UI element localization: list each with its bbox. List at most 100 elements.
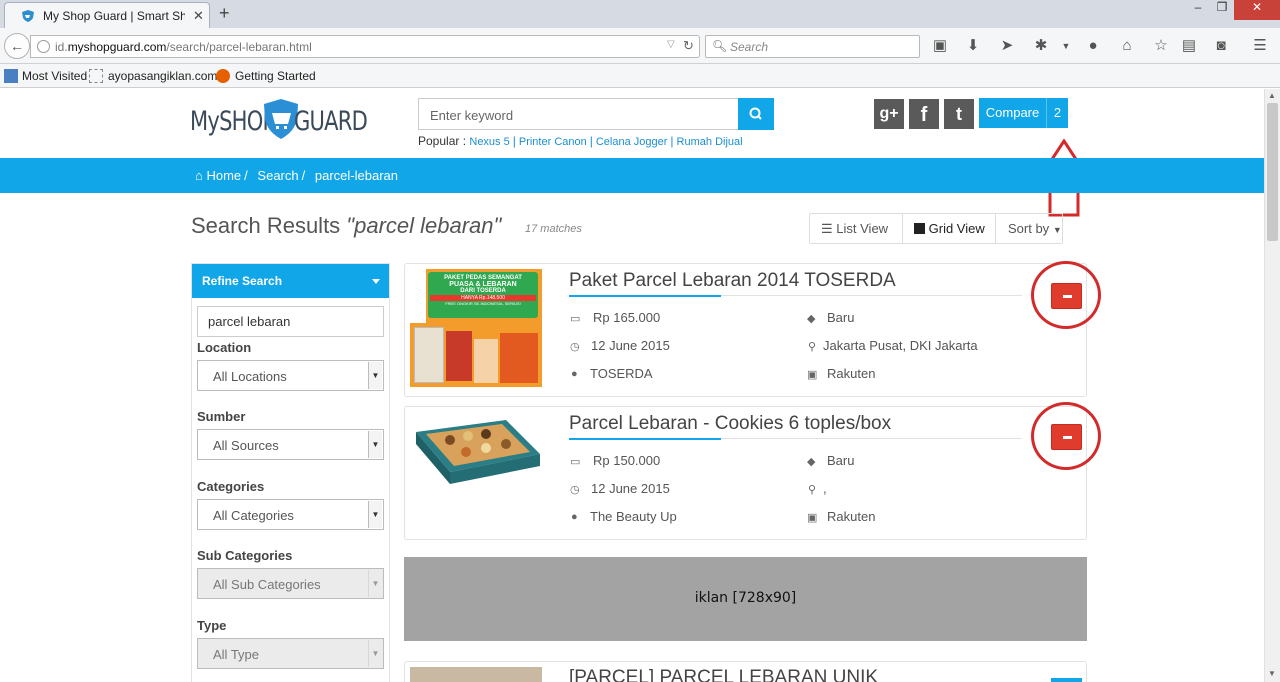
date: 12 June 2015 bbox=[591, 481, 670, 496]
bookmarks-bar: Most Visited ayopasangiklan.com Getting … bbox=[0, 64, 1280, 88]
product-thumbnail[interactable] bbox=[410, 667, 542, 682]
clock-icon: ◷ bbox=[570, 484, 580, 496]
bookmark-getting-started[interactable]: Getting Started bbox=[235, 69, 316, 83]
map-marker-icon: ⚲ bbox=[808, 484, 817, 496]
product-title[interactable]: [PARCEL] PARCEL LEBARAN UNIK bbox=[569, 667, 878, 682]
date: 12 June 2015 bbox=[591, 338, 670, 353]
extension-icon[interactable]: ▣ bbox=[930, 36, 950, 56]
price: Rp 165.000 bbox=[593, 310, 661, 325]
list-view-button[interactable]: ☰ List View bbox=[810, 214, 902, 243]
popular-searches: Popular : Nexus 5 | Printer Canon | Celana J… bbox=[418, 134, 743, 148]
result-card: [PARCEL] PARCEL LEBARAN UNIK bbox=[404, 661, 1087, 682]
product-thumbnail[interactable]: PAKET PEDAS SEMANGAT PUASA & LEBARAN DAR… bbox=[410, 269, 542, 387]
product-title[interactable]: Parcel Lebaran - Cookies 6 toples/box bbox=[569, 413, 891, 435]
tab-title: My Shop Guard | Smart Sh... bbox=[43, 9, 185, 23]
reload-icon[interactable]: ↻ bbox=[683, 38, 694, 54]
addon-icon[interactable]: ✱ bbox=[1031, 36, 1051, 56]
page-scrollbar[interactable]: ▲ ▼ bbox=[1264, 89, 1280, 682]
facebook-icon[interactable]: f bbox=[909, 99, 939, 129]
breadcrumb-search[interactable]: Search bbox=[257, 168, 298, 183]
refine-sidebar: Refine Search parcel lebaran Location Al… bbox=[191, 263, 390, 682]
addon-dropdown-icon[interactable]: ▼ bbox=[1056, 36, 1076, 56]
sumber-select[interactable]: All Sources ▼ bbox=[197, 429, 384, 460]
user-icon: ● bbox=[571, 368, 578, 380]
minimize-icon[interactable]: – bbox=[1188, 0, 1208, 20]
source: Rakuten bbox=[827, 366, 876, 381]
scroll-down-icon[interactable]: ▼ bbox=[1268, 669, 1276, 678]
restore-icon[interactable]: ❐ bbox=[1212, 0, 1232, 20]
condition: Baru bbox=[827, 453, 855, 468]
compare-count-badge[interactable]: 2 bbox=[1046, 98, 1068, 128]
tag-icon: ◆ bbox=[807, 313, 816, 325]
categories-select[interactable]: All Categories ▼ bbox=[197, 499, 384, 530]
sub-categories-select: All Sub Categories ▼ bbox=[197, 568, 384, 599]
breadcrumb-current: parcel-lebaran bbox=[314, 168, 398, 183]
grid-view-button[interactable]: Grid View bbox=[902, 214, 996, 243]
keyword-search-input[interactable]: Enter keyword bbox=[418, 98, 738, 130]
back-button[interactable]: ← bbox=[4, 33, 30, 59]
reading-list-icon[interactable]: ▤ bbox=[1179, 36, 1199, 56]
condition: Baru bbox=[827, 310, 855, 325]
match-count: 17 matches bbox=[525, 223, 582, 235]
location: Jakarta Pusat, DKI Jakarta bbox=[823, 338, 978, 353]
image-icon: ▣ bbox=[807, 512, 818, 524]
chat-icon[interactable]: ● bbox=[1083, 36, 1103, 56]
google-plus-icon[interactable]: g+ bbox=[874, 99, 904, 129]
add-to-compare-button[interactable] bbox=[1051, 678, 1082, 682]
bookmark-star-icon[interactable]: ☆ bbox=[1151, 36, 1171, 56]
popular-link-nexus[interactable]: Nexus 5 bbox=[469, 136, 509, 148]
browser-tab[interactable]: My Shop Guard | Smart Sh... ✕ bbox=[4, 2, 210, 28]
search-icon bbox=[749, 107, 762, 120]
compare-button[interactable]: Compare bbox=[979, 98, 1046, 128]
popular-link-rumah[interactable]: Rumah Dijual bbox=[677, 136, 743, 148]
caret-down-icon bbox=[372, 279, 380, 284]
product-title[interactable]: Paket Parcel Lebaran 2014 TOSERDA bbox=[569, 270, 896, 292]
url-bar[interactable]: id.myshopguard.com/search/parcel-lebaran… bbox=[30, 35, 700, 58]
browser-search-input[interactable]: 🔍︎ Search bbox=[705, 35, 920, 58]
breadcrumb-home[interactable]: Home bbox=[206, 168, 241, 183]
scroll-up-icon[interactable]: ▲ bbox=[1268, 91, 1276, 100]
cookie-box-image bbox=[416, 420, 540, 484]
sort-by-button[interactable]: Sort by ▼ bbox=[996, 214, 1062, 243]
sub-categories-label: Sub Categories bbox=[197, 548, 293, 563]
pocket-icon[interactable]: ◙ bbox=[1211, 36, 1231, 56]
bookmark-most-visited[interactable]: Most Visited bbox=[22, 69, 87, 83]
list-icon: ☰ bbox=[821, 221, 833, 236]
refine-search-input[interactable]: parcel lebaran bbox=[197, 306, 384, 337]
chevron-down-icon: ▼ bbox=[368, 362, 382, 389]
image-icon: ▣ bbox=[807, 369, 818, 381]
tab-close-icon[interactable]: ✕ bbox=[193, 8, 204, 24]
web-page: MySHOP GUARD Enter keyword Popular : Nex… bbox=[0, 89, 1264, 682]
clock-icon: ◷ bbox=[570, 341, 580, 353]
home-icon[interactable]: ⌂ bbox=[1117, 36, 1137, 56]
popular-link-celana[interactable]: Celana Jogger bbox=[596, 136, 668, 148]
chevron-down-icon: ▼ bbox=[368, 640, 382, 667]
location: , bbox=[823, 481, 827, 496]
most-visited-icon bbox=[4, 69, 18, 83]
location-select[interactable]: All Locations ▼ bbox=[197, 360, 384, 391]
product-thumbnail[interactable] bbox=[410, 412, 542, 530]
globe-icon bbox=[37, 40, 50, 53]
menu-icon[interactable]: ☰ bbox=[1250, 36, 1270, 56]
seller: The Beauty Up bbox=[590, 509, 677, 524]
send-icon[interactable]: ➤ bbox=[997, 36, 1017, 56]
bookmark-ayopasangiklan[interactable]: ayopasangiklan.com bbox=[108, 69, 217, 83]
refine-search-header[interactable]: Refine Search bbox=[192, 264, 389, 298]
money-icon: ▭ bbox=[570, 313, 581, 325]
sumber-label: Sumber bbox=[197, 409, 246, 424]
breadcrumb-bar: ⌂ Home / Search / parcel-lebaran bbox=[0, 158, 1264, 193]
keyword-search-button[interactable] bbox=[738, 98, 774, 130]
ad-banner[interactable]: iklan [728x90] bbox=[404, 557, 1087, 641]
popular-link-printer[interactable]: Printer Canon bbox=[519, 136, 587, 148]
view-toggle: ☰ List View Grid View Sort by ▼ bbox=[809, 213, 1063, 244]
page-icon bbox=[89, 69, 103, 83]
chevron-down-icon: ▼ bbox=[368, 501, 382, 528]
download-icon[interactable]: ⬇ bbox=[963, 36, 983, 56]
window-close-icon[interactable]: ✕ bbox=[1234, 0, 1280, 20]
firefox-icon bbox=[216, 69, 230, 83]
scrollbar-thumb[interactable] bbox=[1267, 103, 1278, 241]
new-tab-icon[interactable]: + bbox=[219, 3, 230, 24]
type-label: Type bbox=[197, 618, 227, 633]
url-dropdown-icon[interactable]: ▽ bbox=[667, 39, 675, 50]
twitter-icon[interactable]: t bbox=[944, 99, 974, 129]
